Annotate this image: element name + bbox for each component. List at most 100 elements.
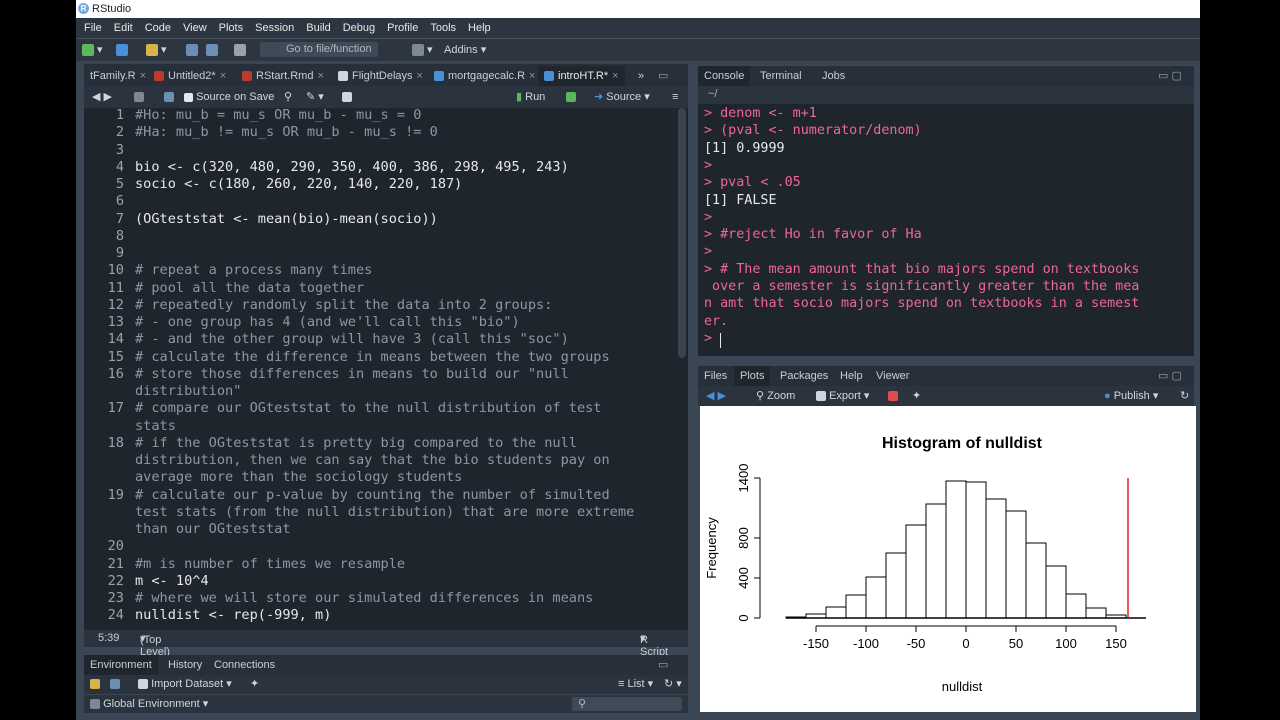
- code-line: # - one group has 4 (and we'll call this…: [135, 314, 520, 330]
- code-line: # repeat a process many times: [135, 262, 373, 279]
- load-workspace-icon[interactable]: [90, 677, 100, 691]
- rerun-icon[interactable]: [566, 90, 576, 104]
- tab-introht[interactable]: introHT.R* ×: [538, 66, 625, 86]
- export-button[interactable]: Export ▾: [816, 389, 869, 403]
- menu-tools[interactable]: Tools: [430, 18, 456, 38]
- tab-console[interactable]: Console: [698, 66, 751, 86]
- filetype-selector[interactable]: R Script ▾: [640, 632, 668, 658]
- tab-untitled2[interactable]: Untitled2* ×: [148, 66, 232, 86]
- new-project-icon[interactable]: [116, 43, 128, 57]
- tab-tfamily[interactable]: tFamily.R ×: [84, 66, 152, 86]
- editor-scrollbar[interactable]: [678, 108, 686, 358]
- scope-selector[interactable]: (Top Level) ▾: [140, 632, 170, 658]
- r-file-icon: [154, 71, 164, 82]
- tab-mortgagecalc[interactable]: mortgagecalc.R ×: [428, 66, 541, 86]
- tab-help[interactable]: Help: [834, 366, 869, 386]
- minimize-icon[interactable]: ▭ ▢: [1152, 366, 1188, 386]
- menu-profile[interactable]: Profile: [387, 18, 418, 38]
- source-on-save-checkbox[interactable]: Source on Save: [184, 90, 274, 104]
- files-tabs: Files Plots Packages Help Viewer ▭ ▢: [698, 366, 1194, 386]
- open-file-icon[interactable]: ▾: [146, 43, 167, 57]
- menu-view[interactable]: View: [183, 18, 207, 38]
- tab-jobs[interactable]: Jobs: [816, 66, 851, 86]
- broom-icon[interactable]: ✦: [250, 677, 259, 691]
- menu-build[interactable]: Build: [306, 18, 330, 38]
- console-input-line: over a semester is significantly greater…: [704, 279, 1140, 294]
- menu-plots[interactable]: Plots: [219, 18, 243, 38]
- rstudio-window: R RStudio File Edit Code View Plots Session Bu…: [76, 0, 1200, 720]
- close-icon[interactable]: ×: [529, 70, 535, 82]
- run-button[interactable]: ▮ Run: [516, 90, 545, 104]
- close-icon[interactable]: ×: [220, 70, 226, 82]
- tab-packages[interactable]: Packages: [774, 366, 834, 386]
- console-output[interactable]: > denom <- m+1 > (pval <- numerator/denom…: [698, 104, 1194, 356]
- show-in-window-icon[interactable]: [134, 90, 144, 104]
- back-arrow-icon[interactable]: ◀ ▶: [92, 90, 112, 104]
- code-line: m <- 10^4: [135, 572, 209, 589]
- save-workspace-icon[interactable]: [110, 677, 120, 691]
- editor-tabs: tFamily.R × Untitled2* × RStart.Rmd × Fligh…: [84, 64, 688, 86]
- histogram-bar: [985, 498, 1007, 619]
- close-icon[interactable]: ×: [317, 70, 323, 82]
- menu-session[interactable]: Session: [255, 18, 294, 38]
- code-editor[interactable]: 1 #Ho: mu_b = mu_s OR mu_b - mu_s = 0 2 #Ha…: [84, 108, 688, 630]
- code-line: test stats (from the null distribution) …: [135, 503, 635, 520]
- source-label: Source: [606, 91, 642, 103]
- zoom-button[interactable]: ⚲ Zoom: [756, 389, 795, 403]
- tab-plots[interactable]: Plots: [734, 366, 771, 386]
- tab-history[interactable]: History: [162, 655, 208, 675]
- print-icon[interactable]: [234, 43, 246, 57]
- view-mode-selector[interactable]: ≡ List ▾: [618, 677, 653, 691]
- close-icon[interactable]: ×: [612, 70, 618, 82]
- console-cursor: [720, 333, 721, 348]
- menu-debug[interactable]: Debug: [343, 18, 375, 38]
- tab-environment[interactable]: Environment: [84, 655, 158, 675]
- prev-plot-icon[interactable]: ◀ ▶: [706, 389, 726, 403]
- tab-rstart[interactable]: RStart.Rmd ×: [236, 66, 330, 86]
- search-icon[interactable]: ⚲: [284, 90, 292, 104]
- code-line: #Ho: mu_b = mu_s OR mu_b - mu_s = 0: [135, 108, 422, 123]
- remove-plot-icon[interactable]: [888, 389, 898, 403]
- line-number: 12: [107, 296, 124, 313]
- goto-file-input[interactable]: Go to file/function: [260, 42, 378, 57]
- import-dataset-button[interactable]: Import Dataset ▾: [138, 677, 232, 691]
- tab-files[interactable]: Files: [698, 366, 733, 386]
- menu-edit[interactable]: Edit: [114, 18, 133, 38]
- menu-code[interactable]: Code: [145, 18, 171, 38]
- source-button[interactable]: ➜ Source ▾: [594, 90, 650, 104]
- tab-terminal[interactable]: Terminal: [754, 66, 808, 86]
- tab-flightdelays[interactable]: FlightDelays ×: [332, 66, 429, 86]
- minimize-icon[interactable]: ▭: [652, 66, 674, 86]
- global-environment-selector[interactable]: Global Environment ▾: [90, 697, 208, 711]
- refresh-icon[interactable]: ↻ ▾: [664, 677, 682, 691]
- tab-connections[interactable]: Connections: [208, 655, 281, 675]
- menu-help[interactable]: Help: [468, 18, 491, 38]
- line-number: 18: [107, 434, 124, 451]
- save-all-icon[interactable]: [206, 43, 218, 57]
- menu-file[interactable]: File: [84, 18, 102, 38]
- tab-viewer[interactable]: Viewer: [870, 366, 915, 386]
- code-line: # compare our OGteststat to the null dis…: [135, 400, 602, 417]
- refresh-icon[interactable]: ↻: [1180, 389, 1189, 403]
- grid-layout-icon[interactable]: ▾: [412, 43, 433, 57]
- minimize-icon[interactable]: ▭ ▢: [1152, 66, 1188, 86]
- outline-icon[interactable]: ≡: [672, 90, 678, 104]
- close-icon[interactable]: ×: [417, 70, 423, 82]
- close-icon[interactable]: ×: [140, 70, 146, 82]
- save-icon[interactable]: [164, 90, 174, 104]
- publish-button[interactable]: ● Publish ▾: [1104, 389, 1158, 403]
- tab-label: mortgagecalc.R: [448, 70, 526, 82]
- compile-report-icon[interactable]: [342, 90, 352, 104]
- cursor-position: 5:39: [98, 632, 120, 644]
- wand-icon[interactable]: ✎ ▾: [306, 90, 324, 104]
- environment-search-input[interactable]: ⚲: [572, 697, 682, 711]
- new-file-icon[interactable]: ▾: [82, 43, 103, 57]
- histogram-bar: [1085, 607, 1107, 619]
- line-number: 13: [107, 314, 124, 330]
- save-icon[interactable]: [186, 43, 198, 57]
- clear-plots-icon[interactable]: ✦: [912, 389, 921, 403]
- more-tabs-icon[interactable]: »: [632, 66, 650, 86]
- addins-menu[interactable]: Addins ▾: [444, 43, 486, 57]
- histogram-bar: [1005, 510, 1027, 619]
- minimize-icon[interactable]: ▭: [652, 655, 674, 675]
